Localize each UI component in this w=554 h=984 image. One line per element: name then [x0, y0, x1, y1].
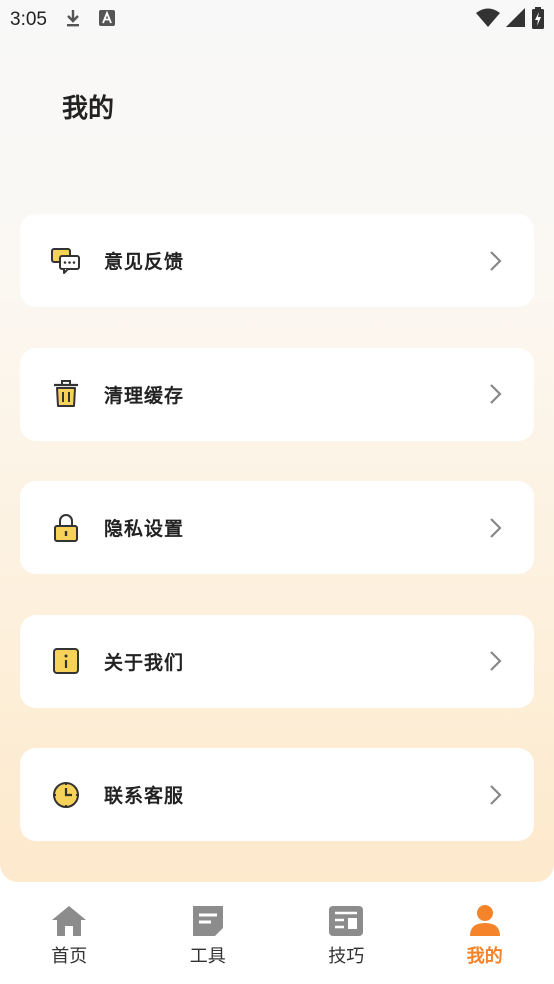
clock-icon	[50, 779, 82, 811]
tips-icon	[327, 902, 365, 940]
status-time: 3:05	[10, 9, 47, 30]
menu-item-customer-service[interactable]: 联系客服	[20, 748, 534, 841]
menu-item-label: 关于我们	[104, 651, 185, 674]
settings-menu: 意见反馈 清理缓存 隐私设置 关于我们 联系客服	[20, 214, 534, 882]
menu-item-label: 隐私设置	[104, 518, 185, 540]
info-icon	[50, 645, 82, 677]
tab-label: 首页	[51, 946, 88, 967]
a-icon	[98, 10, 115, 30]
home-icon	[50, 902, 88, 940]
status-left: 3:05	[10, 8, 115, 32]
download-icon	[65, 8, 81, 32]
status-bar: 3:05	[0, 0, 554, 40]
status-right	[476, 7, 544, 33]
tab-home[interactable]: 首页	[9, 882, 129, 968]
tab-tips[interactable]: 技巧	[286, 882, 406, 968]
bottom-tab-bar: 首页 工具 技巧 我的	[0, 882, 554, 984]
feedback-chat-icon	[50, 245, 82, 277]
chevron-right-icon	[490, 250, 502, 271]
tab-label: 工具	[189, 946, 226, 967]
tools-icon	[189, 902, 227, 940]
chevron-right-icon	[490, 651, 502, 671]
battery-icon	[532, 7, 544, 33]
lock-icon	[50, 512, 82, 544]
chevron-right-icon	[490, 384, 502, 404]
wifi-icon	[476, 8, 500, 32]
profile-icon	[466, 902, 504, 940]
menu-item-label: 清理缓存	[104, 384, 185, 407]
menu-item-label: 联系客服	[104, 785, 185, 807]
tab-label: 我的	[466, 946, 503, 967]
signal-icon	[506, 8, 526, 32]
menu-item-privacy[interactable]: 隐私设置	[20, 481, 534, 574]
chevron-right-icon	[490, 784, 502, 805]
tab-profile[interactable]: 我的	[425, 882, 545, 968]
menu-item-about-us[interactable]: 关于我们	[20, 614, 534, 708]
app-screen: 3:05 我的 意见反馈 清理缓存 隐私设置 关于我们 联系客服	[0, 0, 554, 882]
chevron-right-icon	[490, 517, 502, 538]
tab-tools[interactable]: 工具	[148, 882, 268, 968]
menu-item-clear-cache[interactable]: 清理缓存	[20, 347, 534, 441]
tab-label: 技巧	[328, 946, 365, 967]
page-title: 我的	[62, 94, 115, 124]
menu-item-label: 意见反馈	[104, 251, 185, 273]
trash-icon	[50, 378, 82, 410]
menu-item-feedback[interactable]: 意见反馈	[20, 214, 534, 307]
